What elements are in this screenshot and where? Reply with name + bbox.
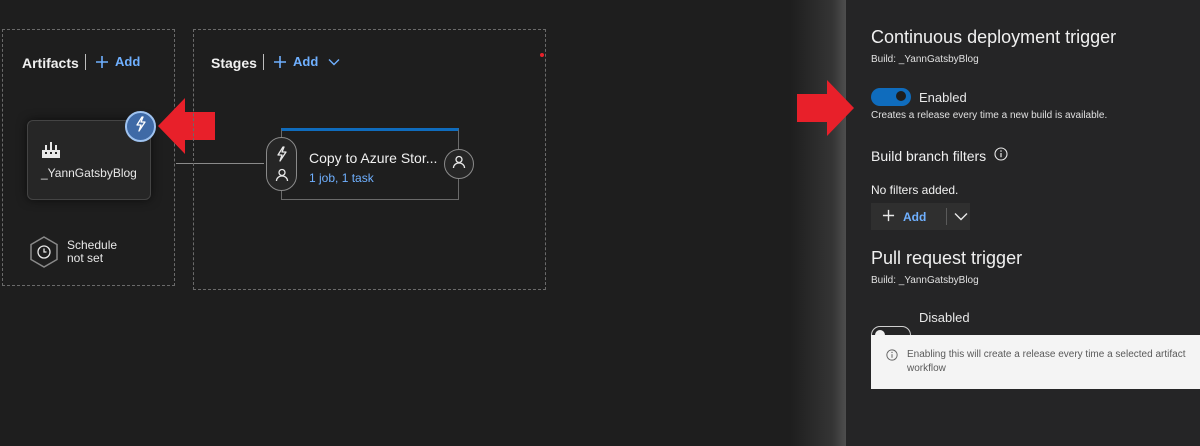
pr-trigger-build: Build: _YannGatsbyBlog: [871, 275, 979, 286]
add-stage-button[interactable]: Add: [273, 54, 340, 69]
branch-filters-label: Build branch filters: [871, 147, 987, 164]
toggle-knob: [896, 91, 906, 101]
cd-trigger-title: Continuous deployment trigger: [871, 27, 1117, 47]
plus-icon: [273, 55, 287, 69]
branch-filters-title: Build branch filters: [871, 147, 1008, 164]
pre-deployment-conditions[interactable]: [266, 137, 297, 191]
pr-trigger-toggle-label: Disabled: [919, 310, 970, 325]
cd-trigger-toggle-label: Enabled: [919, 90, 967, 105]
lightning-icon: [134, 116, 148, 137]
post-deployment-approvals-button[interactable]: [444, 149, 474, 179]
person-icon: [452, 155, 466, 174]
red-arrow-annotation-right: [797, 80, 854, 141]
stage-name[interactable]: Copy to Azure Stor...: [309, 150, 437, 166]
person-icon: [275, 168, 289, 187]
plus-icon: [95, 55, 109, 69]
trigger-settings-panel: Continuous deployment trigger Build: _Ya…: [846, 0, 1200, 446]
info-text-line2: workflow: [907, 363, 946, 374]
info-icon[interactable]: [994, 147, 1008, 164]
info-text-line1: Enabling this will create a release ever…: [907, 349, 1186, 360]
continuous-deployment-trigger-button[interactable]: [125, 111, 156, 142]
chevron-down-icon: [954, 208, 968, 225]
stages-separator: [263, 54, 264, 70]
artifact-name: _YannGatsbyBlog: [41, 166, 137, 180]
lightning-icon: [275, 146, 289, 167]
stages-title: Stages: [211, 55, 257, 71]
panel-shadow: [790, 0, 846, 446]
artifacts-title: Artifacts: [22, 55, 79, 71]
info-icon: [886, 348, 898, 366]
build-artifact-icon: [41, 141, 61, 164]
pr-trigger-title: Pull request trigger: [871, 248, 1023, 268]
pr-trigger-info-text: Enabling this will create a release ever…: [907, 348, 1185, 376]
add-artifact-button[interactable]: Add: [95, 54, 140, 69]
add-filter-split-button: Add: [871, 203, 970, 230]
add-filter-button[interactable]: Add: [871, 209, 942, 225]
add-filter-dropdown[interactable]: [947, 208, 968, 226]
cd-trigger-build: Build: _YannGatsbyBlog: [871, 54, 979, 65]
notification-dot: [540, 53, 544, 57]
chevron-down-icon[interactable]: [328, 58, 340, 66]
add-stage-label: Add: [293, 54, 319, 69]
schedule-label[interactable]: Schedule not set: [67, 239, 117, 265]
add-artifact-label: Add: [115, 54, 141, 69]
cd-trigger-description: Creates a release every time a new build…: [871, 110, 1108, 121]
stage-card[interactable]: Copy to Azure Stor... 1 job, 1 task: [281, 128, 459, 200]
artifacts-separator: [85, 54, 86, 70]
add-filter-label: Add: [903, 209, 927, 224]
stage-tasks-link[interactable]: 1 job, 1 task: [309, 171, 374, 185]
no-filters-text: No filters added.: [871, 183, 959, 197]
plus-icon: [882, 209, 895, 225]
schedule-icon[interactable]: [29, 236, 59, 273]
pr-trigger-info-bar: Enabling this will create a release ever…: [871, 335, 1200, 389]
cd-trigger-toggle[interactable]: [871, 88, 911, 106]
schedule-label-line2: not set: [67, 251, 104, 265]
